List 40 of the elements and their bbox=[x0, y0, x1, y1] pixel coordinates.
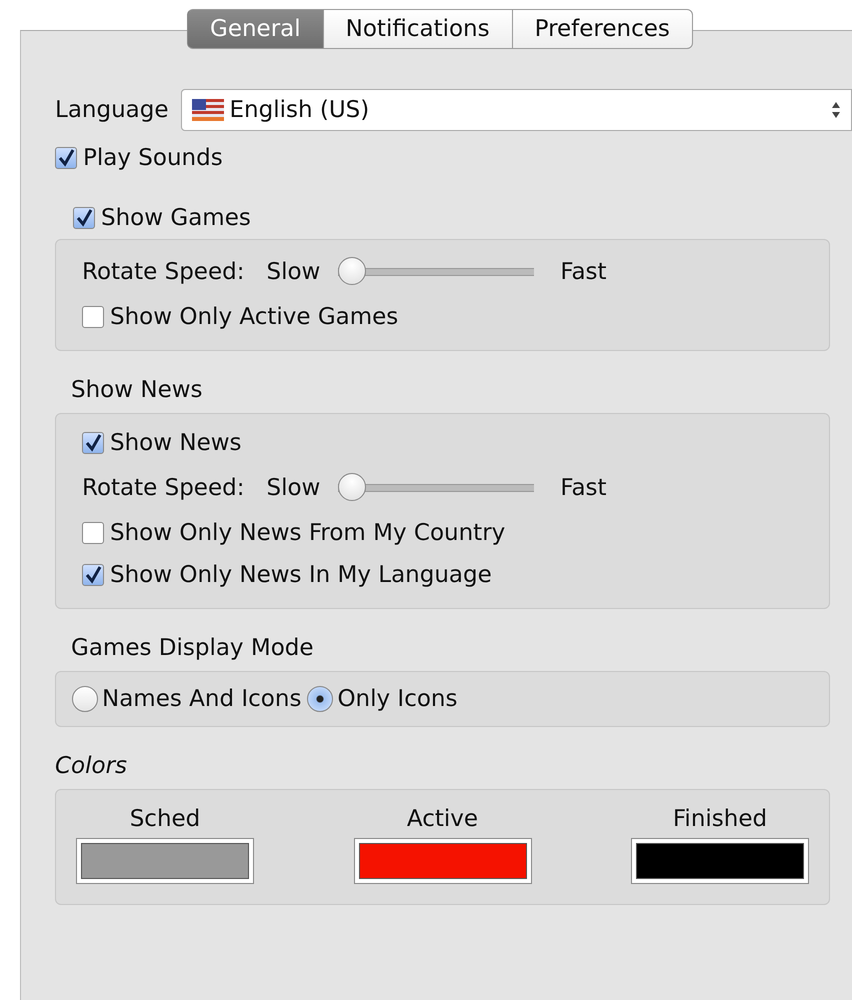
rotate-speed-label: Rotate Speed: bbox=[82, 259, 244, 285]
section-title: Colors bbox=[55, 753, 128, 779]
checkbox[interactable] bbox=[55, 147, 77, 169]
radio-label: Only Icons bbox=[337, 686, 458, 712]
color-swatch[interactable] bbox=[76, 838, 254, 884]
radio-button[interactable] bbox=[72, 686, 98, 712]
rotate-speed-label: Rotate Speed: bbox=[82, 475, 244, 501]
swatch-label: Active bbox=[406, 806, 478, 832]
checkbox[interactable] bbox=[82, 564, 104, 586]
swatch-label: Finished bbox=[672, 806, 768, 832]
checkbox[interactable] bbox=[82, 522, 104, 544]
checkbox-label: Show Only News From My Country bbox=[110, 520, 506, 546]
tab[interactable]: General bbox=[187, 9, 324, 49]
checkbox[interactable] bbox=[82, 432, 104, 454]
checkbox[interactable] bbox=[73, 207, 95, 229]
tab[interactable]: Notifications bbox=[324, 9, 513, 49]
language-label: Language bbox=[55, 97, 169, 123]
swatch-label: Sched bbox=[130, 806, 200, 832]
fast-label: Fast bbox=[560, 475, 607, 501]
flag-icon bbox=[192, 99, 224, 121]
stepper-icon bbox=[831, 101, 841, 119]
section-title: Show News bbox=[71, 377, 204, 403]
checkbox-label: Show Games bbox=[101, 205, 251, 231]
checkbox[interactable] bbox=[82, 306, 104, 328]
tab[interactable]: Preferences bbox=[512, 9, 693, 49]
checkbox-label: Show News bbox=[110, 430, 242, 456]
checkbox-label: Play Sounds bbox=[83, 145, 223, 171]
color-swatch[interactable] bbox=[631, 838, 809, 884]
color-swatch[interactable] bbox=[354, 838, 532, 884]
language-dropdown[interactable]: English (US) bbox=[180, 89, 852, 131]
checkbox-label: Show Only Active Games bbox=[110, 304, 398, 330]
slider-thumb[interactable] bbox=[338, 257, 366, 285]
radio-button[interactable] bbox=[307, 686, 334, 712]
radio-label: Names And Icons bbox=[102, 686, 302, 712]
fast-label: Fast bbox=[560, 259, 607, 285]
slow-label: Slow bbox=[266, 259, 320, 285]
checkbox-label: Show Only News In My Language bbox=[110, 562, 492, 588]
slow-label: Slow bbox=[266, 475, 320, 501]
slider-thumb[interactable] bbox=[338, 473, 366, 501]
section-title: Games Display Mode bbox=[71, 635, 315, 661]
